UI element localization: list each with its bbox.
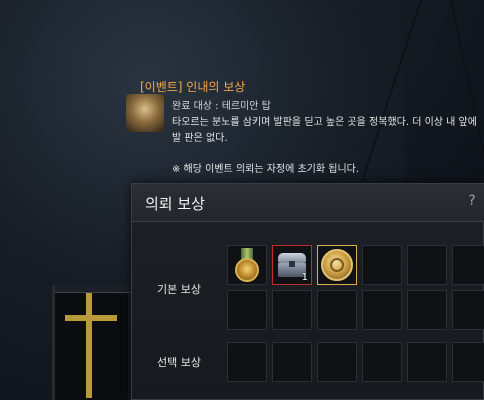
select-slot-empty[interactable] — [227, 342, 267, 382]
quest-description: 타오르는 분노를 삼키며 발판을 딛고 높은 곳을 정복했다. 더 이상 내 앞… — [172, 117, 477, 144]
reward-slot-empty[interactable] — [407, 290, 447, 330]
select-slot-empty[interactable] — [407, 342, 447, 382]
quest-title: [이벤트] 인내의 보상 — [140, 80, 246, 94]
select-slot-empty[interactable] — [362, 342, 402, 382]
reward-slot-empty[interactable] — [227, 290, 267, 330]
flag-cross — [65, 315, 117, 321]
medal-icon — [232, 248, 262, 282]
select-slot-empty[interactable] — [272, 342, 312, 382]
quest-target: 완료 대상 : 테르미안 탑 — [172, 101, 271, 112]
background-flag — [52, 285, 131, 400]
flag-top — [55, 285, 131, 293]
help-button[interactable]: ? — [465, 193, 479, 211]
reward-slot-empty[interactable] — [407, 245, 447, 285]
reward-slot-empty[interactable] — [362, 290, 402, 330]
reward-slot-empty[interactable] — [452, 290, 484, 330]
reward-panel: 의뢰 보상 ? 기본 보상 선택 보상 1 — [131, 183, 484, 400]
reward-slot[interactable]: 1 — [272, 245, 312, 285]
select-slot-empty[interactable] — [317, 342, 357, 382]
reward-slot[interactable] — [317, 245, 357, 285]
reward-slot-empty[interactable] — [272, 290, 312, 330]
reward-slot-empty[interactable] — [317, 290, 357, 330]
basic-reward-label: 기본 보상 — [157, 283, 201, 296]
panel-title: 의뢰 보상 — [145, 195, 205, 213]
reward-slot[interactable] — [227, 245, 267, 285]
coin-icon — [321, 249, 353, 281]
select-reward-label: 선택 보상 — [157, 356, 201, 369]
item-count: 1 — [301, 272, 308, 283]
select-slot-empty[interactable] — [452, 342, 484, 382]
quest-note: ※ 해당 이벤트 의뢰는 자정에 초기화 됩니다. — [172, 164, 360, 175]
reward-slot-empty[interactable] — [452, 245, 484, 285]
flag-cross — [86, 293, 92, 398]
panel-header: 의뢰 보상 ? — [132, 184, 484, 222]
quest-npc-portrait — [126, 94, 164, 132]
reward-slot-empty[interactable] — [362, 245, 402, 285]
